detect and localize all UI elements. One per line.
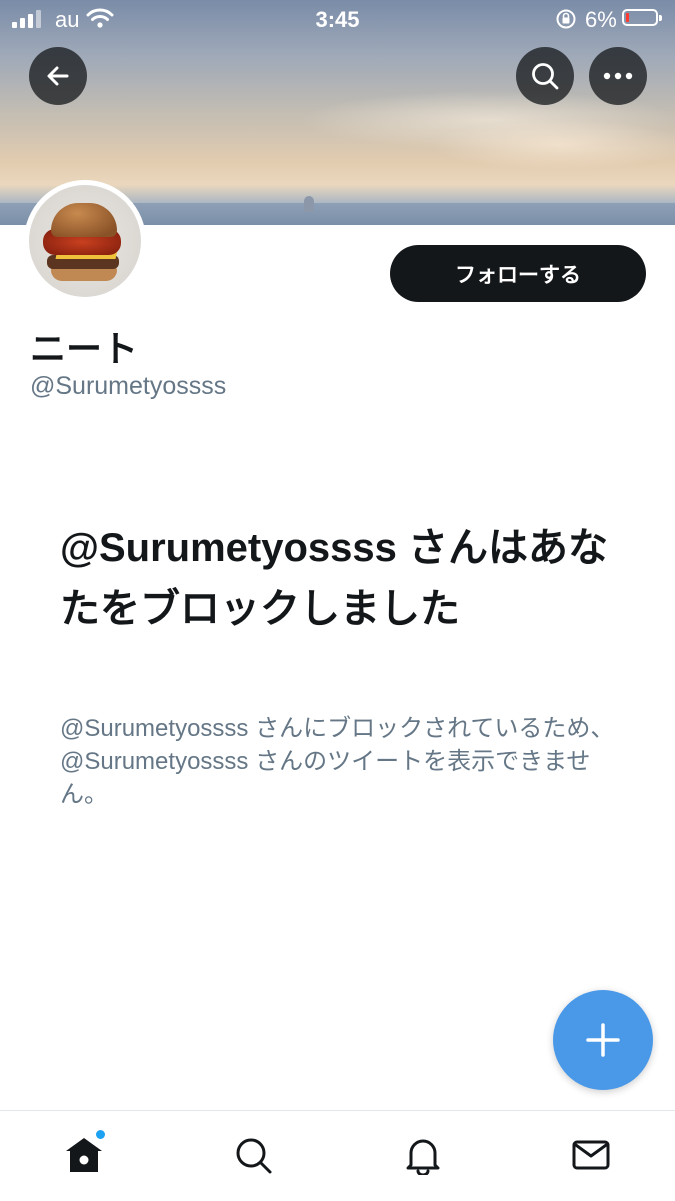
tab-home[interactable]: [62, 1133, 106, 1177]
tab-bar: [0, 1110, 675, 1201]
more-button[interactable]: [589, 47, 647, 105]
search-button[interactable]: [516, 47, 574, 105]
banner-tower: [304, 196, 314, 212]
blocked-title: @Surumetyossss さんはあなたをブロックしました: [60, 526, 609, 631]
banner-cloud: [430, 120, 675, 170]
home-icon: [66, 1138, 102, 1172]
back-arrow-icon: [47, 66, 69, 86]
plus-icon: [586, 1023, 620, 1057]
avatar[interactable]: [24, 180, 146, 302]
battery-percent: 6%: [585, 7, 617, 32]
user-handle: @Surumetyossss: [30, 372, 227, 400]
tab-explore[interactable]: [231, 1133, 275, 1177]
back-button[interactable]: [29, 47, 87, 105]
compose-tweet-button[interactable]: [553, 990, 653, 1090]
display-name: ニート: [30, 328, 139, 369]
mail-icon: [572, 1140, 610, 1170]
follow-button[interactable]: フォローする: [390, 245, 646, 302]
battery-icon: [622, 9, 662, 26]
rotation-lock-icon: [555, 8, 577, 36]
search-icon: [532, 63, 559, 90]
status-bar: au 3:45 6%: [0, 0, 675, 40]
notification-dot: [96, 1130, 105, 1139]
tab-notifications[interactable]: [401, 1133, 445, 1177]
search-icon: [236, 1138, 272, 1174]
more-icon: [603, 72, 633, 80]
avatar-image: [29, 185, 141, 297]
bell-icon: [406, 1139, 440, 1175]
tab-messages[interactable]: [569, 1133, 613, 1177]
blocked-description: @Surumetyossss さんにブロックされているため、@Surumetyo…: [60, 715, 615, 808]
